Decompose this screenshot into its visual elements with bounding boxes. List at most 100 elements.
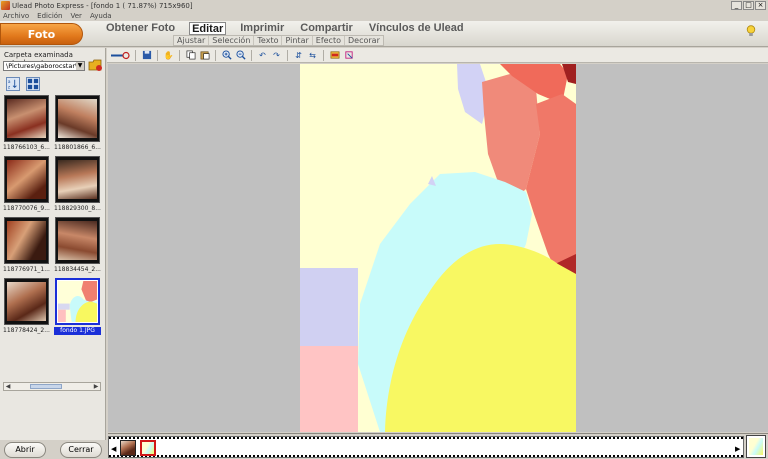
close-button[interactable]: Cerrar	[60, 442, 102, 458]
menu-bar: Archivo Edición Ver Ayuda	[0, 11, 768, 21]
sort-az-icon[interactable]: az	[6, 77, 20, 91]
toolbar-divider	[135, 49, 136, 61]
menu-ver[interactable]: Ver	[71, 12, 82, 20]
minimize-button[interactable]: _	[731, 1, 742, 10]
toolbar-divider	[157, 49, 158, 61]
thumbnail-item[interactable]: 118766103_6...	[3, 95, 50, 153]
thumbnail-image	[4, 217, 49, 264]
toolbar-divider	[323, 49, 324, 61]
zoom-in-icon[interactable]	[221, 50, 232, 61]
thumbnail-item[interactable]: 118770076_9...	[3, 156, 50, 214]
hand-icon[interactable]: ✋	[163, 50, 174, 61]
zoom-out-icon[interactable]	[235, 50, 246, 61]
main-tabs: Obtener Foto Editar Imprimir Compartir V…	[104, 22, 466, 35]
subtab-seleccion[interactable]: Selección	[209, 36, 255, 45]
thumbnail-item[interactable]: 118834454_2...	[54, 217, 101, 275]
thumbnail-grid: 118766103_6... 118801866_6... 118770076_…	[3, 95, 102, 380]
thumbnail-view-icon[interactable]	[26, 77, 40, 91]
subtab-texto[interactable]: Texto	[254, 36, 283, 45]
image-info-icon[interactable]	[329, 50, 340, 61]
main-header: Foto Obtener Foto Editar Imprimir Compar…	[0, 21, 768, 47]
svg-text:a: a	[8, 80, 11, 85]
thumbnail-caption: 118801866_6...	[54, 144, 101, 151]
thumbnail-image	[55, 217, 100, 264]
foto-mode-button[interactable]: Foto	[0, 23, 83, 45]
menu-ayuda[interactable]: Ayuda	[90, 12, 112, 20]
view-buttons: az	[6, 77, 40, 91]
thumbnail-caption: 118834454_2...	[54, 266, 101, 273]
subtab-ajustar[interactable]: Ajustar	[174, 36, 210, 45]
rotate-right-icon[interactable]: ↷	[271, 50, 282, 61]
browse-panel: Carpeta examinada actualmente: \Pictures…	[0, 48, 106, 458]
tab-imprimir[interactable]: Imprimir	[238, 22, 286, 35]
film-next-icon[interactable]: ▶	[735, 445, 741, 453]
scrollbar-thumb[interactable]	[30, 384, 62, 389]
paste-icon[interactable]	[199, 50, 210, 61]
thumbnail-item[interactable]: 118801866_6...	[54, 95, 101, 153]
rotate-left-icon[interactable]: ↶	[257, 50, 268, 61]
toolbar-divider	[215, 49, 216, 61]
tab-compartir[interactable]: Compartir	[298, 22, 355, 35]
image-canvas[interactable]	[108, 64, 768, 432]
window-controls: _ □ ×	[731, 1, 766, 10]
thumbnail-scrollbar[interactable]: ◀ ▶	[3, 382, 101, 391]
filmstrip-track: ◀ ▶	[108, 436, 744, 458]
subtab-decorar[interactable]: Decorar	[345, 36, 383, 45]
scroll-left-icon[interactable]: ◀	[4, 383, 12, 390]
thumbnail-caption: fondo 1.JPG	[54, 327, 101, 335]
thumbnail-image	[4, 95, 49, 142]
app-logo-icon	[1, 1, 10, 10]
edit-toolbar: ✋ ↶ ↷ ⇵ ⇆	[107, 48, 768, 63]
film-preview-image	[749, 438, 763, 455]
svg-text:z: z	[8, 85, 11, 90]
folder-path-select[interactable]: \Pictures\gaborocstar\ ▼	[3, 61, 85, 71]
thumbnail-image	[4, 278, 49, 325]
toolbar-divider	[287, 49, 288, 61]
film-perforations	[109, 455, 743, 457]
edited-photo[interactable]	[300, 64, 576, 432]
scroll-right-icon[interactable]: ▶	[92, 383, 100, 390]
tab-vinculos-ulead[interactable]: Vínculos de Ulead	[367, 22, 466, 35]
crop-icon[interactable]	[343, 50, 354, 61]
film-thumbnail[interactable]	[120, 440, 136, 456]
tab-editar[interactable]: Editar	[189, 22, 227, 35]
flip-horizontal-icon[interactable]: ⇆	[307, 50, 318, 61]
thumbnail-item[interactable]: 118778424_2...	[3, 278, 50, 336]
maximize-button[interactable]: □	[743, 1, 754, 10]
undo-history-icon[interactable]	[110, 50, 130, 61]
browse-folder-icon[interactable]	[88, 58, 103, 72]
tab-obtener-foto[interactable]: Obtener Foto	[104, 22, 177, 35]
thumbnail-item[interactable]: fondo 1.JPG	[54, 278, 101, 336]
subtab-pintar[interactable]: Pintar	[282, 36, 313, 45]
film-thumbnail-selected[interactable]	[140, 440, 156, 456]
window-title: Ulead Photo Express - [fondo 1 ( 71.87%)…	[12, 1, 193, 10]
title-bar: Ulead Photo Express - [fondo 1 ( 71.87%)…	[0, 0, 768, 11]
film-perforations	[109, 437, 743, 439]
film-prev-icon[interactable]: ◀	[111, 445, 117, 453]
folder-path-value: \Pictures\gaborocstar\	[6, 62, 78, 70]
thumbnail-item[interactable]: 118776971_1...	[3, 217, 50, 275]
thumbnail-image	[4, 156, 49, 203]
close-window-button[interactable]: ×	[755, 1, 766, 10]
thumbnail-caption: 118778424_2...	[3, 327, 50, 334]
open-button[interactable]: Abrir	[4, 442, 46, 458]
filmstrip: ◀ ▶	[108, 433, 768, 459]
thumbnail-caption: 118766103_6...	[3, 144, 50, 151]
thumbnail-item[interactable]: 118829300_8...	[54, 156, 101, 214]
thumbnail-caption: 118829300_8...	[54, 205, 101, 212]
thumbnail-caption: 118770076_9...	[3, 205, 50, 212]
menu-edicion[interactable]: Edición	[37, 12, 62, 20]
thumbnail-caption: 118776971_1...	[3, 266, 50, 273]
chevron-down-icon[interactable]: ▼	[76, 62, 84, 70]
copy-icon[interactable]	[185, 50, 196, 61]
subtab-efecto[interactable]: Efecto	[313, 36, 345, 45]
film-preview[interactable]	[746, 435, 766, 458]
help-bulb-icon[interactable]	[746, 25, 756, 37]
save-icon[interactable]	[141, 50, 152, 61]
thumbnail-image	[55, 156, 100, 203]
menu-archivo[interactable]: Archivo	[3, 12, 29, 20]
toolbar-divider	[179, 49, 180, 61]
toolbar-divider	[251, 49, 252, 61]
thumbnail-image	[55, 95, 100, 142]
flip-vertical-icon[interactable]: ⇵	[293, 50, 304, 61]
